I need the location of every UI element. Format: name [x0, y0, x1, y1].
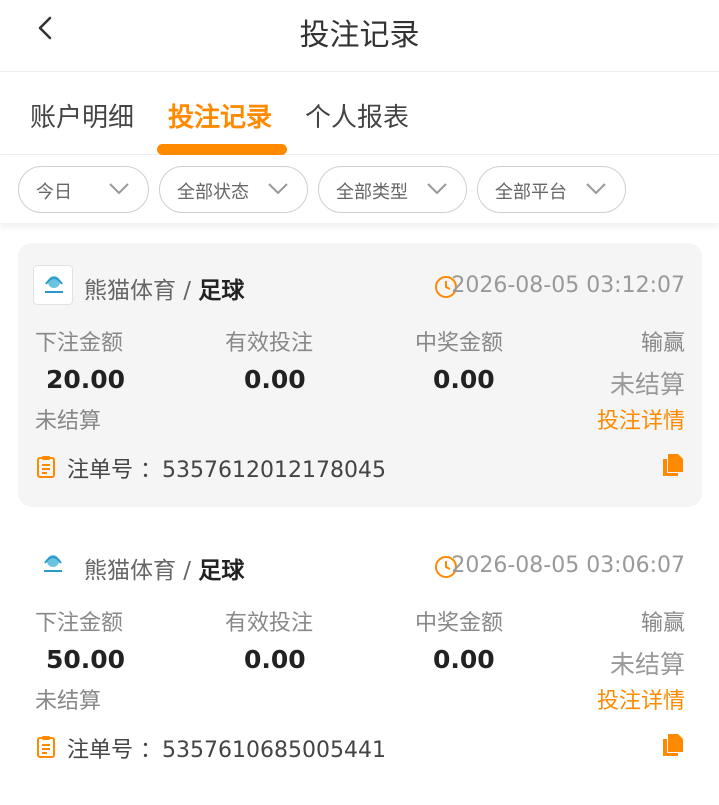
win-amount-value: 0.00 — [433, 645, 495, 674]
order-number-value: 5357610685005441 — [162, 738, 386, 763]
tab-personal-report[interactable]: 个人报表 — [305, 97, 409, 134]
valid-bet-label: 有效投注 — [225, 611, 314, 636]
stake-value: 20.00 — [46, 365, 126, 394]
document-icon — [37, 456, 55, 478]
copy-icon[interactable] — [661, 732, 685, 758]
filter-platform[interactable]: 全部平台 — [477, 166, 626, 213]
bet-record-card[interactable]: 熊猫体育 / 足球 2026-08-05 03:12:07 下注金额 有效投注 … — [18, 243, 702, 507]
platform-logo — [33, 545, 73, 585]
bet-detail-link[interactable]: 投注详情 — [597, 683, 685, 715]
valid-bet-label: 有效投注 — [225, 331, 314, 356]
tab-bet-records[interactable]: 投注记录 — [168, 97, 272, 134]
order-number: 注单号 ：5357612012178045 — [67, 458, 386, 483]
settlement-status: 未结算 — [35, 409, 102, 434]
panda-logo-icon — [45, 276, 63, 293]
tab-bar: 账户明细 投注记录 个人报表 — [0, 73, 719, 155]
document-icon — [37, 736, 55, 758]
page-title: 投注记录 — [299, 18, 420, 53]
settlement-status: 未结算 — [35, 689, 102, 714]
bet-record-card[interactable]: 熊猫体育 / 足球 2026-08-05 03:06:07 下注金额 有效投注 … — [18, 523, 702, 787]
winloss-label: 输赢 — [640, 611, 685, 636]
filter-platform-label: 全部平台 — [495, 182, 567, 203]
header-bar: 投注记录 — [0, 0, 719, 72]
active-tab-indicator — [157, 144, 287, 155]
filter-type[interactable]: 全部类型 — [318, 166, 467, 213]
bet-time: 2026-08-05 03:06:07 — [451, 553, 685, 578]
stake-label: 下注金额 — [35, 331, 124, 356]
winloss-label: 输赢 — [640, 331, 685, 356]
chevron-down-icon — [109, 183, 129, 195]
valid-bet-value: 0.00 — [244, 365, 306, 394]
platform-logo — [33, 265, 73, 305]
stake-value: 50.00 — [46, 645, 126, 674]
filter-type-label: 全部类型 — [336, 182, 408, 203]
order-number-value: 5357612012178045 — [162, 458, 386, 483]
chevron-down-icon — [268, 183, 288, 195]
bet-time: 2026-08-05 03:12:07 — [451, 273, 685, 298]
order-number: 注单号 ：5357610685005441 — [67, 738, 386, 763]
sport-name: 足球 — [198, 278, 245, 304]
filter-status[interactable]: 全部状态 — [159, 166, 308, 213]
copy-icon[interactable] — [661, 452, 685, 478]
panda-logo-icon — [44, 555, 62, 572]
sport-name: 足球 — [198, 558, 245, 584]
platform-name: 熊猫体育 / 足球 — [84, 558, 245, 584]
valid-bet-value: 0.00 — [244, 645, 306, 674]
filter-bar: 今日 全部状态 全部类型 全部平台 — [0, 156, 719, 223]
platform-name: 熊猫体育 / 足球 — [84, 278, 245, 304]
filter-date-label: 今日 — [36, 182, 72, 203]
filter-status-label: 全部状态 — [177, 182, 249, 203]
chevron-down-icon — [586, 183, 606, 195]
win-amount-label: 中奖金额 — [415, 331, 504, 356]
winloss-value: 未结算 — [609, 650, 685, 679]
bet-detail-link[interactable]: 投注详情 — [597, 403, 685, 435]
win-amount-value: 0.00 — [433, 365, 495, 394]
tab-account-details[interactable]: 账户明细 — [30, 97, 134, 134]
chevron-down-icon — [427, 183, 447, 195]
winloss-value: 未结算 — [609, 370, 685, 399]
stake-label: 下注金额 — [35, 611, 124, 636]
filter-date[interactable]: 今日 — [18, 166, 149, 213]
win-amount-label: 中奖金额 — [415, 611, 504, 636]
